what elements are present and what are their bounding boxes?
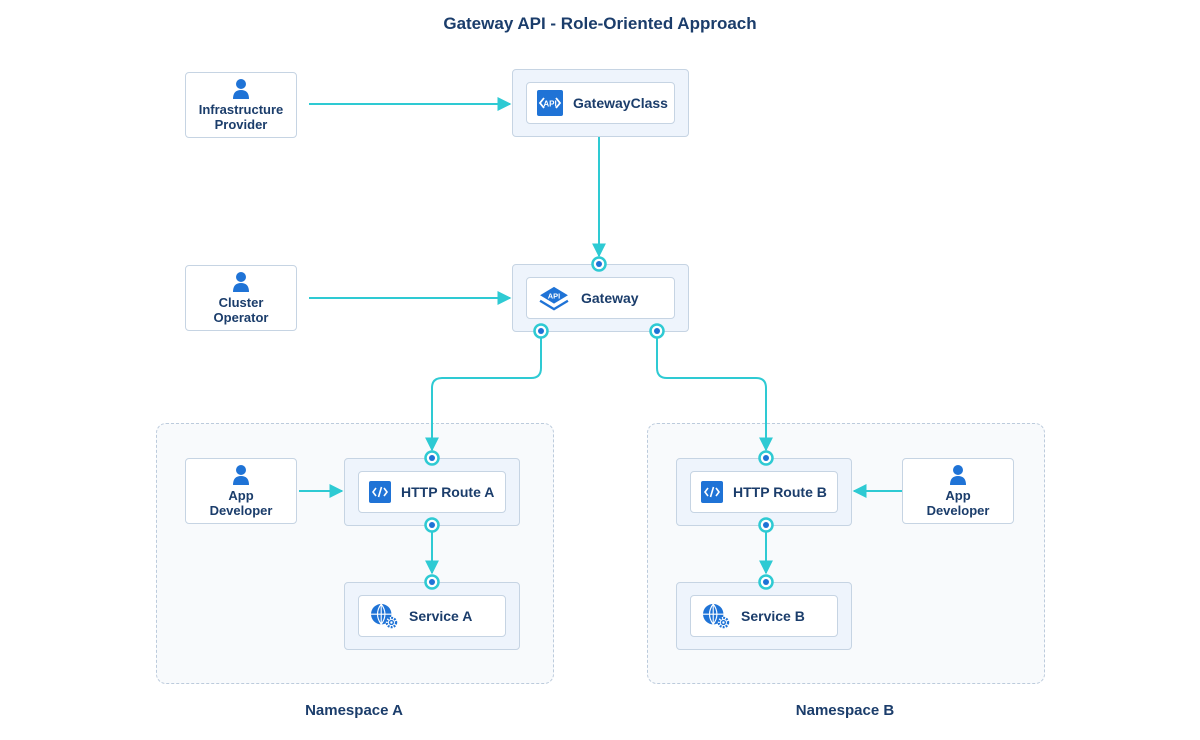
svg-text:API: API [548,291,560,300]
node-service-a[interactable]: Service A [344,582,520,650]
node-gatewayclass[interactable]: API GatewayClass [512,69,689,137]
person-icon [233,79,249,99]
actor-app-developer-a[interactable]: App Developer [185,458,297,524]
node-gateway[interactable]: API Gateway [512,264,689,332]
node-http-route-b[interactable]: HTTP Route B [676,458,852,526]
node-http-route-a[interactable]: HTTP Route A [344,458,520,526]
node-label: Service A [409,608,473,624]
node-http-route-b-inner: HTTP Route B [690,471,838,513]
wire-gateway-to-route-a [425,337,542,452]
actor-label-line2: Operator [213,310,269,325]
actor-infrastructure-provider[interactable]: Infrastructure Provider [185,72,297,138]
node-gatewayclass-inner: API GatewayClass [526,82,675,124]
person-icon [950,465,966,485]
actor-app-developer-b[interactable]: App Developer [902,458,1014,524]
node-label: Service B [741,608,805,624]
actor-label-line2: Provider [214,117,268,132]
node-label: GatewayClass [573,95,668,111]
node-http-route-a-inner: HTTP Route A [358,471,506,513]
node-label: HTTP Route B [733,484,827,500]
person-icon [233,272,249,292]
actor-label-line2: Developer [926,503,990,518]
api-code-icon: API [537,90,563,116]
actor-label-line1: App [945,488,971,503]
node-label: HTTP Route A [401,484,495,500]
actor-label-line2: Developer [209,503,273,518]
node-service-a-inner: Service A [358,595,506,637]
code-icon [701,481,723,503]
code-icon [369,481,391,503]
globe-gear-icon [703,603,730,629]
actor-label-line1: App [228,488,254,503]
actor-label-line1: Infrastructure [198,102,284,117]
wire-gateway-to-route-b [656,337,773,452]
node-service-b[interactable]: Service B [676,582,852,650]
svg-text:API: API [543,100,556,109]
node-gateway-inner: API Gateway [526,277,675,319]
actor-label-line1: Cluster [218,295,264,310]
node-service-b-inner: Service B [690,595,838,637]
node-label: Gateway [581,290,639,306]
actor-cluster-operator[interactable]: Cluster Operator [185,265,297,331]
person-icon [233,465,249,485]
globe-gear-icon [371,603,398,629]
api-layers-icon: API [539,286,569,311]
